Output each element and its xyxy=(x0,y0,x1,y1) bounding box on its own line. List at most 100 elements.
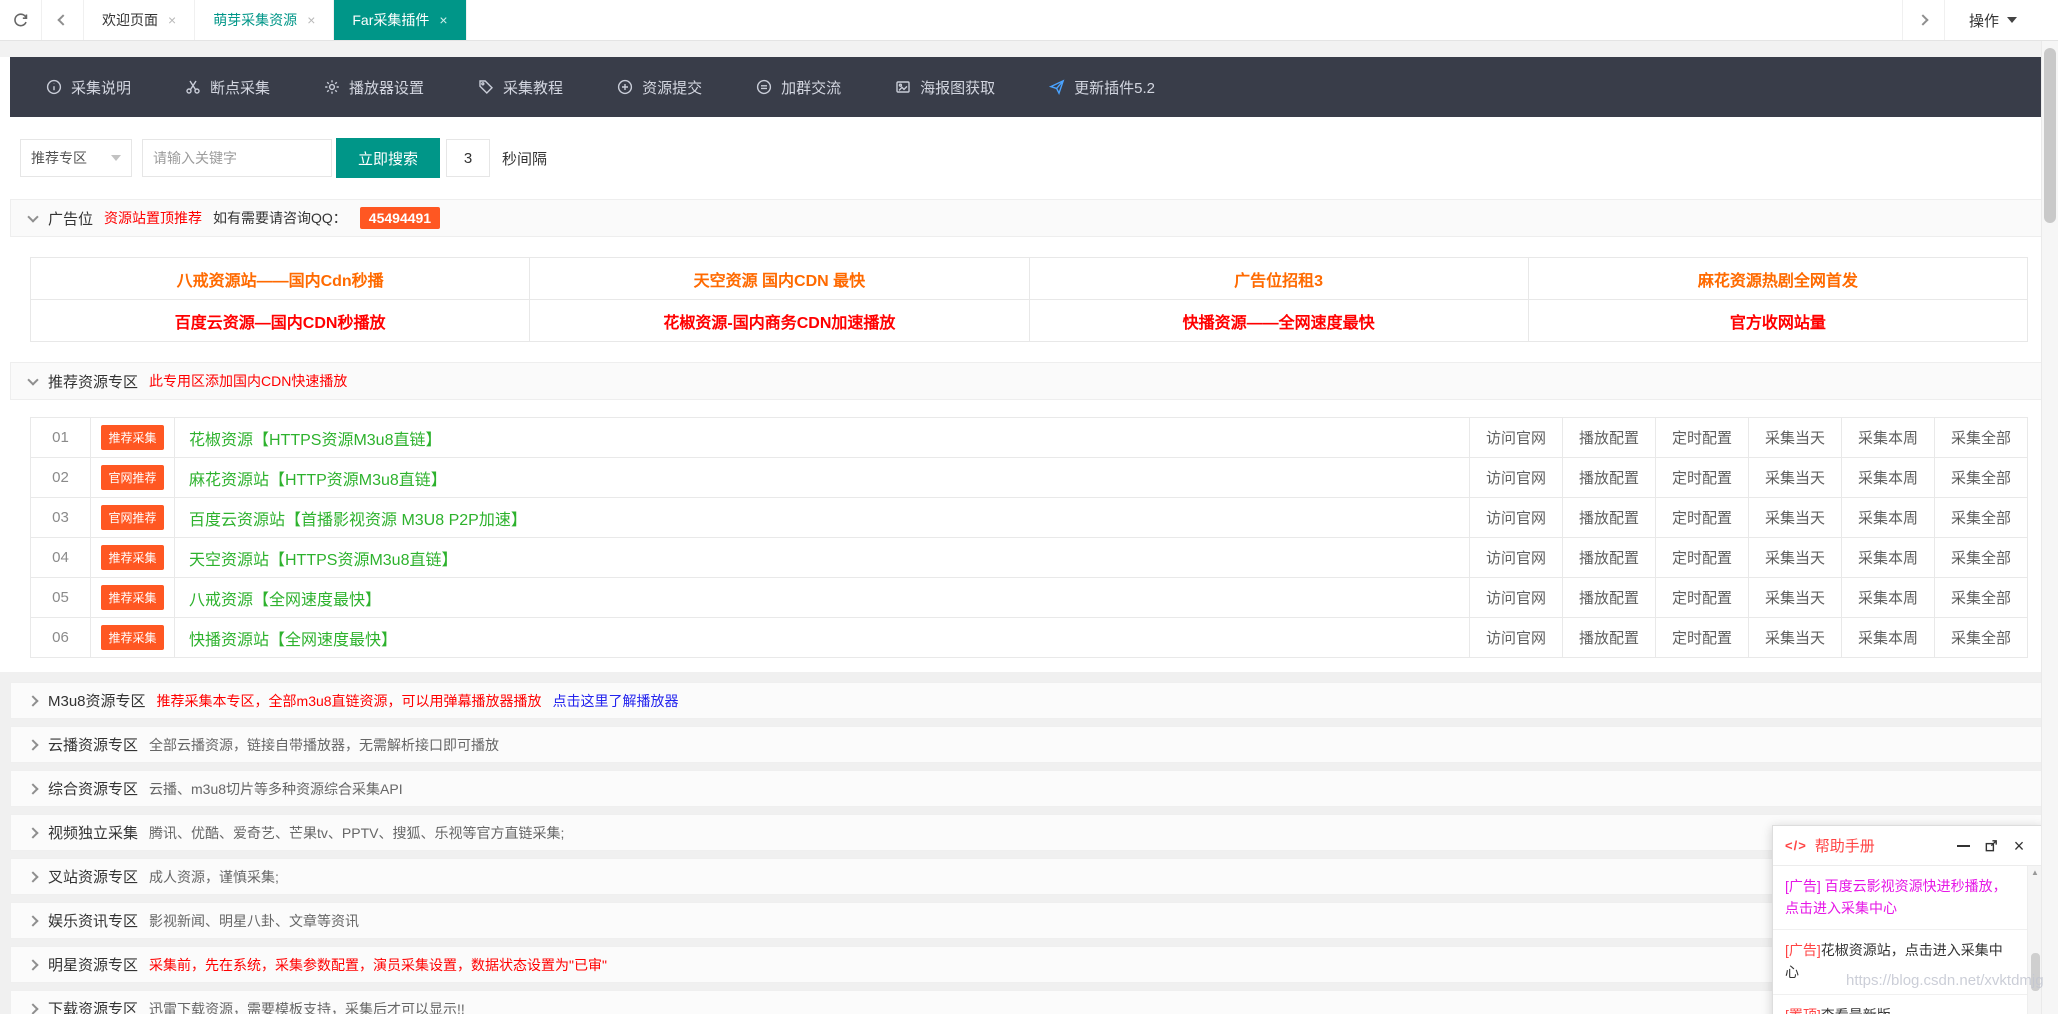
help-item[interactable]: [广告] 百度云影视资源快进秒播放，点击进入采集中心 xyxy=(1773,866,2042,930)
collect-this-week-button[interactable]: 采集本周 xyxy=(1842,578,1935,618)
qq-number-badge[interactable]: 45494491 xyxy=(360,207,440,229)
tab-far-plugin-active[interactable]: Far采集插件 × xyxy=(334,0,466,40)
ad-slot[interactable]: 麻花资源热剧全网首发 xyxy=(1529,258,2028,300)
nav-item-breakpoint-collect[interactable]: 断点采集 xyxy=(185,77,270,98)
play-config-button[interactable]: 播放配置 xyxy=(1563,498,1656,538)
schedule-config-button[interactable]: 定时配置 xyxy=(1656,458,1749,498)
schedule-config-button[interactable]: 定时配置 xyxy=(1656,538,1749,578)
resource-name-link[interactable]: 麻花资源站【HTTP资源M3u8直链】 xyxy=(175,458,1470,498)
collect-all-button[interactable]: 采集全部 xyxy=(1935,618,2028,658)
collect-all-button[interactable]: 采集全部 xyxy=(1935,538,2028,578)
collect-all-button[interactable]: 采集全部 xyxy=(1935,458,2028,498)
visit-official-site-button[interactable]: 访问官网 xyxy=(1470,418,1563,458)
schedule-config-button[interactable]: 定时配置 xyxy=(1656,498,1749,538)
minimize-icon xyxy=(1957,845,1970,847)
tabs-scroll-left-button[interactable] xyxy=(42,0,84,40)
collapse-section[interactable]: 云播资源专区 全部云播资源，链接自带播放器，无需解析接口即可播放 xyxy=(10,726,2048,763)
collect-today-button[interactable]: 采集当天 xyxy=(1749,578,1842,618)
ad-slot[interactable]: 花椒资源-国内商务CDN加速播放 xyxy=(530,300,1029,342)
scroll-up-icon[interactable]: ▲ xyxy=(2031,868,2039,877)
visit-official-site-button[interactable]: 访问官网 xyxy=(1470,458,1563,498)
schedule-config-button[interactable]: 定时配置 xyxy=(1656,578,1749,618)
keyword-input[interactable] xyxy=(142,139,332,177)
visit-official-site-button[interactable]: 访问官网 xyxy=(1470,618,1563,658)
ad-slot[interactable]: 天空资源 国内CDN 最快 xyxy=(530,258,1029,300)
collapse-section[interactable]: 下载资源专区 迅雷下载资源，需要模板支持，采集后才可以显示!! xyxy=(10,990,2048,1014)
collapse-section[interactable]: 视频独立采集 腾讯、优酷、爱奇艺、芒果tv、PPTV、搜狐、乐视等官方直链采集; xyxy=(10,814,2048,851)
play-config-button[interactable]: 播放配置 xyxy=(1563,418,1656,458)
collapse-section[interactable]: 娱乐资讯专区 影视新闻、明星八卦、文章等资讯 xyxy=(10,902,2048,939)
nav-item-resource-submit[interactable]: 资源提交 xyxy=(617,77,702,98)
collect-today-button[interactable]: 采集当天 xyxy=(1749,418,1842,458)
refresh-button[interactable] xyxy=(0,0,42,40)
collect-all-button[interactable]: 采集全部 xyxy=(1935,418,2028,458)
tab-welcome[interactable]: 欢迎页面 × xyxy=(84,0,195,40)
help-item[interactable]: [置顶]查看最新版 xyxy=(1773,995,2042,1014)
nav-item-update-plugin[interactable]: 更新插件5.2 xyxy=(1049,77,1155,98)
close-button[interactable]: × xyxy=(2008,835,2030,857)
collect-this-week-button[interactable]: 采集本周 xyxy=(1842,458,1935,498)
collapse-section[interactable]: 叉站资源专区 成人资源，谨慎采集; xyxy=(10,858,2048,895)
ad-slot[interactable]: 广告位招租3 xyxy=(1030,258,1529,300)
ads-panel-header[interactable]: 广告位 资源站置顶推荐 如有需要请咨询QQ： 45494491 xyxy=(10,199,2048,237)
ad-slot[interactable]: 快播资源——全网速度最快 xyxy=(1030,300,1529,342)
visit-official-site-button[interactable]: 访问官网 xyxy=(1470,538,1563,578)
player-info-link[interactable]: 点击这里了解播放器 xyxy=(553,691,679,711)
search-now-button[interactable]: 立即搜索 xyxy=(336,138,440,178)
page-scrollbar[interactable] xyxy=(2041,41,2058,1014)
close-icon[interactable]: × xyxy=(307,13,315,27)
ad-slot[interactable]: 百度云资源—国内CDN秒播放 xyxy=(31,300,530,342)
nav-item-join-group[interactable]: 加群交流 xyxy=(756,77,841,98)
collect-today-button[interactable]: 采集当天 xyxy=(1749,618,1842,658)
collect-this-week-button[interactable]: 采集本周 xyxy=(1842,618,1935,658)
recommend-panel-header[interactable]: 推荐资源专区 此专用区添加国内CDN快速播放 xyxy=(10,362,2048,400)
collapse-section[interactable]: 明星资源专区 采集前，先在系统，采集参数配置，演员采集设置，数据状态设置为"已审… xyxy=(10,946,2048,983)
play-config-button[interactable]: 播放配置 xyxy=(1563,578,1656,618)
collect-all-button[interactable]: 采集全部 xyxy=(1935,498,2028,538)
minimize-button[interactable] xyxy=(1952,835,1974,857)
operation-dropdown[interactable]: 操作 xyxy=(1944,0,2041,40)
play-config-button[interactable]: 播放配置 xyxy=(1563,618,1656,658)
collect-all-button[interactable]: 采集全部 xyxy=(1935,578,2028,618)
close-icon[interactable]: × xyxy=(168,13,176,27)
help-item[interactable]: [广告]花椒资源站，点击进入采集中心 xyxy=(1773,930,2042,994)
collect-today-button[interactable]: 采集当天 xyxy=(1749,458,1842,498)
nav-item-player-settings[interactable]: 播放器设置 xyxy=(324,77,424,98)
restore-button[interactable] xyxy=(1980,835,2002,857)
nav-item-collect-tutorial[interactable]: 采集教程 xyxy=(478,77,563,98)
collect-this-week-button[interactable]: 采集本周 xyxy=(1842,498,1935,538)
ad-slot[interactable]: 八戒资源站——国内Cdn秒播 xyxy=(31,258,530,300)
help-scrollbar[interactable]: ▲ ▼ xyxy=(2027,866,2042,1014)
schedule-config-button[interactable]: 定时配置 xyxy=(1656,618,1749,658)
nav-item-collect-help[interactable]: 采集说明 xyxy=(46,77,131,98)
visit-official-site-button[interactable]: 访问官网 xyxy=(1470,578,1563,618)
play-config-button[interactable]: 播放配置 xyxy=(1563,458,1656,498)
collapse-section[interactable]: M3u8资源专区 推荐采集本专区，全部m3u8直链资源，可以用弹幕播放器播放 点… xyxy=(10,682,2048,719)
schedule-config-button[interactable]: 定时配置 xyxy=(1656,418,1749,458)
resource-name-link[interactable]: 八戒资源【全网速度最快】 xyxy=(175,578,1470,618)
resource-name-link[interactable]: 天空资源站【HTTPS资源M3u8直链】 xyxy=(175,538,1470,578)
resource-name-link[interactable]: 快播资源站【全网速度最快】 xyxy=(175,618,1470,658)
chevron-right-icon xyxy=(27,827,38,838)
info-icon xyxy=(46,79,62,95)
close-icon[interactable]: × xyxy=(439,13,447,27)
collect-today-button[interactable]: 采集当天 xyxy=(1749,498,1842,538)
tabs-scroll-right-button[interactable] xyxy=(1902,0,1944,40)
ad-slot[interactable]: 官方收网站量 xyxy=(1529,300,2028,342)
table-row: 03 官网推荐 百度云资源站【首播影视资源 M3U8 P2P加速】 访问官网播放… xyxy=(31,498,2028,538)
collect-today-button[interactable]: 采集当天 xyxy=(1749,538,1842,578)
collect-this-week-button[interactable]: 采集本周 xyxy=(1842,538,1935,578)
play-config-button[interactable]: 播放配置 xyxy=(1563,538,1656,578)
page-scroll-thumb[interactable] xyxy=(2044,48,2056,223)
collapse-section[interactable]: 综合资源专区 云播、m3u8切片等多种资源综合采集API xyxy=(10,770,2048,807)
tab-mengya-resource[interactable]: 萌芽采集资源 × xyxy=(195,0,334,40)
interval-input[interactable] xyxy=(446,139,490,177)
row-index: 05 xyxy=(31,578,91,618)
resource-name-link[interactable]: 花椒资源【HTTPS资源M3u8直链】 xyxy=(175,418,1470,458)
zone-select[interactable]: 推荐专区 xyxy=(20,139,132,177)
nav-item-poster-fetch[interactable]: 海报图获取 xyxy=(895,77,995,98)
resource-name-link[interactable]: 百度云资源站【首播影视资源 M3U8 P2P加速】 xyxy=(175,498,1470,538)
scroll-thumb[interactable] xyxy=(2031,953,2040,991)
collect-this-week-button[interactable]: 采集本周 xyxy=(1842,418,1935,458)
visit-official-site-button[interactable]: 访问官网 xyxy=(1470,498,1563,538)
